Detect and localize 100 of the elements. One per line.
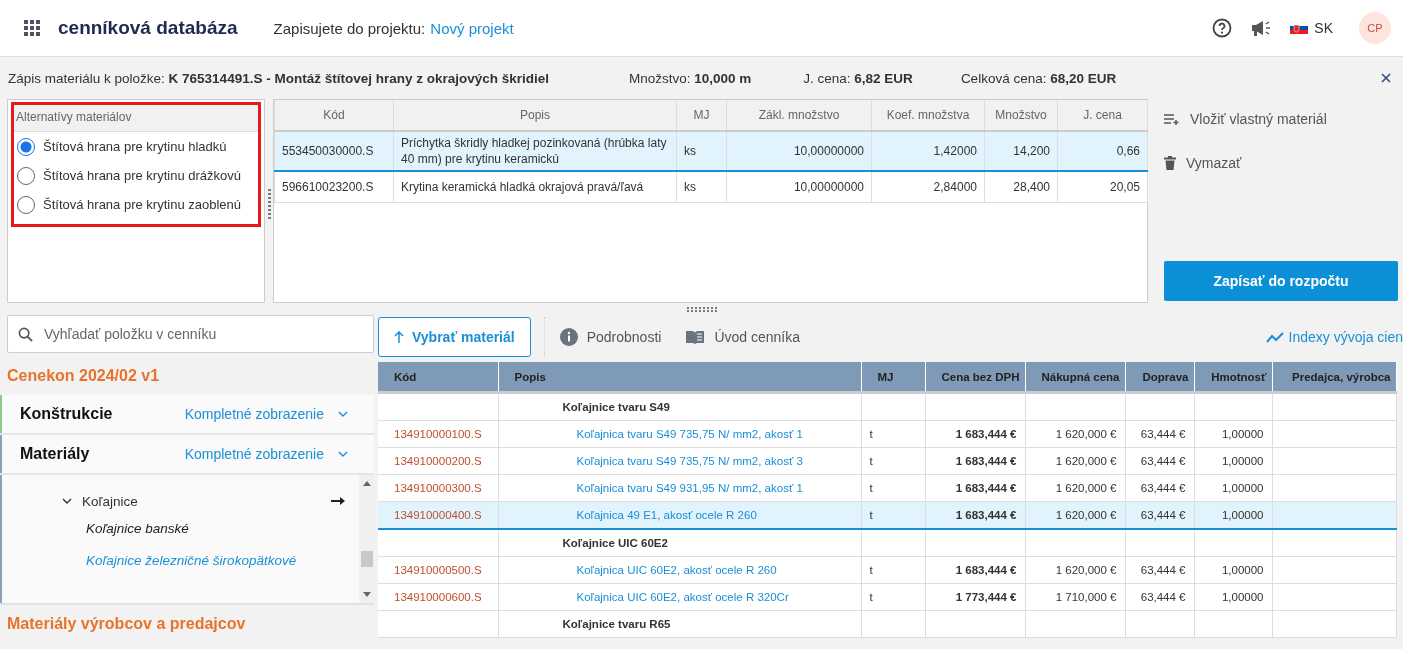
table-row[interactable]: 134910000600.S Koľajnica UIC 60E2, akosť ocele R 320Cr t 1 773,444 € 1 710,000 € 63,444 € 1,00000 bbox=[378, 583, 1396, 611]
table-cell: t bbox=[861, 583, 925, 611]
table-row[interactable]: 134910000200.S Koľajnica tvaru S49 735,75 N/ mm2, akosť 3 t 1 683,444 € 1 620,000 € 63,444 € 1,00000 bbox=[378, 447, 1396, 475]
section-header[interactable]: Konštrukcie Kompletné zobrazenie bbox=[0, 395, 374, 435]
column-header[interactable]: J. cena bbox=[1057, 100, 1148, 131]
group-row[interactable]: Koľajnice tvaru R65 bbox=[378, 610, 1396, 638]
scrollbar[interactable] bbox=[359, 475, 374, 603]
search-field[interactable]: Vyhľadať položku v cenníku bbox=[7, 315, 374, 353]
table-cell: t bbox=[861, 447, 925, 475]
megaphone-icon[interactable] bbox=[1250, 19, 1273, 37]
table-row[interactable]: 134910000100.S Koľajnica tvaru S49 735,75 N/ mm2, akosť 1 t 1 683,444 € 1 620,000 € 63,444 € 1,00000 bbox=[378, 420, 1396, 448]
table-cell: 1,00000 bbox=[1194, 447, 1272, 475]
scroll-thumb[interactable] bbox=[360, 551, 373, 567]
table-cell: t bbox=[861, 474, 925, 502]
column-header[interactable]: Hmotnosť bbox=[1194, 362, 1272, 393]
table-cell: 1 683,444 € bbox=[925, 556, 1025, 584]
column-header[interactable]: Popis bbox=[498, 362, 861, 393]
scroll-down-icon[interactable] bbox=[362, 592, 371, 597]
arrow-up-icon bbox=[394, 331, 404, 343]
column-header[interactable]: Cena bez DPH bbox=[925, 362, 1025, 393]
table-cell: ks bbox=[676, 171, 727, 203]
project-link[interactable]: Nový projekt bbox=[430, 19, 514, 37]
table-cell: 1 620,000 € bbox=[1025, 474, 1125, 502]
table-cell: 1 683,444 € bbox=[925, 501, 1025, 529]
column-header[interactable]: Popis bbox=[393, 100, 677, 131]
tree-item[interactable]: Koľajnice železničné širokopätkové bbox=[62, 545, 359, 577]
group-row[interactable]: Koľajnice UIC 60E2 bbox=[378, 529, 1396, 557]
view-dropdown[interactable]: Kompletné zobrazenie bbox=[184, 406, 348, 422]
radio-option[interactable]: Štítová hrana pre krytinu zaoblenú bbox=[14, 190, 258, 219]
table-cell: Koľajnice tvaru R65 bbox=[498, 610, 861, 638]
column-header[interactable]: Nákupná cena bbox=[1025, 362, 1125, 393]
table-cell: 553450030000.S bbox=[274, 131, 394, 171]
table-cell: 1 773,444 € bbox=[925, 583, 1025, 611]
catalog-intro-button[interactable]: Úvod cenníka bbox=[685, 329, 800, 345]
item-label: Zápis materiálu k položke: K 765314491.S - Montáž štítovej hrany z okrajových škridiel bbox=[8, 70, 549, 86]
radio-option[interactable]: Štítová hrana pre krytinu hladkú bbox=[14, 132, 258, 161]
app-title: cenníková databáza bbox=[58, 17, 238, 39]
tree-label: Koľajnice bbox=[82, 493, 138, 509]
language-button[interactable]: SK bbox=[1290, 20, 1333, 36]
table-cell: 596610023200.S bbox=[274, 171, 394, 203]
trash-icon bbox=[1164, 156, 1176, 170]
select-material-button[interactable]: Vybrať materiál bbox=[378, 317, 531, 357]
help-icon[interactable] bbox=[1212, 18, 1233, 38]
group-row[interactable]: Koľajnice tvaru S49 bbox=[378, 392, 1396, 421]
tree-item[interactable]: Koľajnice banské bbox=[62, 513, 359, 545]
table-cell: 14,200 bbox=[984, 131, 1058, 171]
table-cell: Koľajnica tvaru S49 735,75 N/ mm2, akosť 3 bbox=[498, 447, 861, 475]
table-cell: t bbox=[861, 556, 925, 584]
table-cell: 63,444 € bbox=[1125, 447, 1194, 475]
table-cell: 1,00000 bbox=[1194, 556, 1272, 584]
column-header[interactable]: Koef. množstva bbox=[871, 100, 985, 131]
tree-item[interactable]: Koľajnice bbox=[62, 489, 359, 513]
table-cell: 28,400 bbox=[984, 171, 1058, 203]
radio-button[interactable] bbox=[17, 195, 35, 214]
table-row[interactable]: 134910000300.S Koľajnica tvaru S49 931,95 N/ mm2, akosť 1 t 1 683,444 € 1 620,000 € 63,444 € 1,00000 bbox=[378, 474, 1396, 502]
column-header[interactable]: MJ bbox=[861, 362, 925, 393]
table-row[interactable]: 134910000500.S Koľajnica UIC 60E2, akosť ocele R 260 t 1 683,444 € 1 620,000 € 63,444 € 1,00000 bbox=[378, 556, 1396, 584]
user-avatar[interactable]: CP bbox=[1359, 12, 1391, 44]
scroll-up-icon[interactable] bbox=[362, 481, 371, 486]
column-header[interactable]: Kód bbox=[274, 100, 394, 131]
table-cell: 134910000100.S bbox=[378, 420, 498, 448]
radio-button[interactable] bbox=[17, 166, 35, 185]
table-cell: 1,00000 bbox=[1194, 501, 1272, 529]
table-cell: Krytina keramická hladká okrajová pravá/ľavá bbox=[393, 171, 677, 203]
radio-option[interactable]: Štítová hrana pre krytinu drážkovú bbox=[14, 161, 258, 190]
table-cell: 1 620,000 € bbox=[1025, 447, 1125, 475]
column-header[interactable]: Doprava bbox=[1125, 362, 1194, 393]
action-button[interactable]: Vložiť vlastný materiál bbox=[1164, 105, 1327, 133]
chevron-down-icon bbox=[338, 451, 348, 457]
view-dropdown[interactable]: Kompletné zobrazenie bbox=[184, 446, 348, 462]
table-cell: 63,444 € bbox=[1125, 501, 1194, 529]
radio-button[interactable] bbox=[17, 137, 35, 156]
column-header[interactable]: MJ bbox=[676, 100, 727, 131]
flag-icon bbox=[1290, 22, 1309, 34]
app-grid-icon[interactable] bbox=[24, 20, 40, 36]
section-header[interactable]: Materiály Kompletné zobrazenie bbox=[0, 435, 374, 475]
section-title: Konštrukcie bbox=[20, 405, 114, 423]
column-header[interactable]: Množstvo bbox=[984, 100, 1058, 131]
table-cell: 10,00000000 bbox=[726, 131, 872, 171]
table-cell: Koľajnica tvaru S49 931,95 N/ mm2, akosť 1 bbox=[498, 474, 861, 502]
table-cell: 134910000500.S bbox=[378, 556, 498, 584]
resize-handle[interactable] bbox=[267, 189, 271, 219]
table-row[interactable]: 553450030000.S Príchytka škridly hladkej pozinkovaná (hrúbka laty 40 mm) pre krytinu keramickú ks 10,00000000 1,42000 14,200 0,66 bbox=[274, 131, 1148, 171]
info-icon bbox=[559, 328, 578, 346]
table-cell: 1 683,444 € bbox=[925, 474, 1025, 502]
table-cell: 63,444 € bbox=[1125, 583, 1194, 611]
table-cell: Koľajnice UIC 60E2 bbox=[498, 529, 861, 557]
column-header[interactable]: Kód bbox=[378, 362, 498, 393]
table-cell: 63,444 € bbox=[1125, 474, 1194, 502]
table-cell: 63,444 € bbox=[1125, 556, 1194, 584]
details-button[interactable]: Podrobnosti bbox=[559, 328, 662, 346]
resize-handle[interactable] bbox=[686, 306, 717, 312]
submit-button[interactable]: Zapísať do rozpočtu bbox=[1164, 261, 1398, 301]
column-header[interactable]: Zákl. množstvo bbox=[726, 100, 872, 131]
table-row[interactable]: 134910000400.S Koľajnica 49 E1, akosť ocele R 260 t 1 683,444 € 1 620,000 € 63,444 € 1,00000 bbox=[378, 501, 1396, 529]
table-cell: 134910000200.S bbox=[378, 447, 498, 475]
column-header[interactable]: Predajca, výrobca bbox=[1272, 362, 1396, 393]
action-button[interactable]: Vymazať bbox=[1164, 149, 1242, 177]
table-row[interactable]: 596610023200.S Krytina keramická hladká okrajová pravá/ľavá ks 10,00000000 2,84000 28,400 20,05 bbox=[274, 171, 1148, 203]
table-cell: 1 683,444 € bbox=[925, 447, 1025, 475]
